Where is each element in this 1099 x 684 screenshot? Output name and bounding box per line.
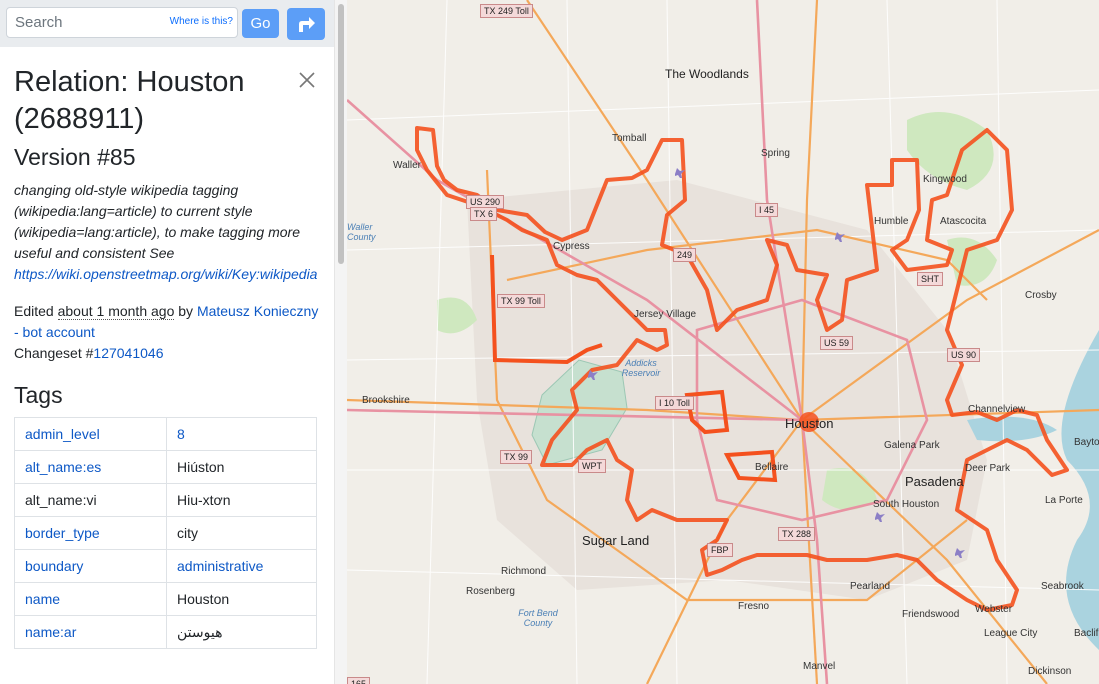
tags-heading: Tags (14, 382, 63, 408)
tag-key[interactable]: boundary (14, 549, 167, 583)
road-shield: TX 99 Toll (497, 294, 545, 308)
place-label: Deer Park (965, 463, 1011, 474)
place-label: Manvel (803, 661, 836, 672)
place-label: Tomball (612, 133, 647, 144)
search-box[interactable]: Where is this? (6, 7, 238, 38)
feature-details: Relation: Houston (2688911) Version #85 … (14, 64, 319, 649)
place-label: Galena Park (884, 440, 940, 451)
road-shield: 249 (673, 248, 697, 262)
tag-key[interactable]: border_type (14, 516, 167, 550)
place-label: Baclif (1074, 628, 1099, 639)
scroll-thumb[interactable] (338, 4, 344, 264)
county-label: Fort Bend County (518, 608, 558, 628)
place-label: Channelview (968, 404, 1026, 415)
road-shield: SHT (917, 272, 943, 286)
place-label: Cypress (553, 241, 590, 252)
place-label: Sugar Land (582, 533, 650, 548)
tag-key[interactable]: alt_name:es (14, 450, 167, 484)
place-label: League City (984, 628, 1038, 639)
version-heading: Version #85 (14, 144, 136, 170)
tag-value: هيوستن (166, 615, 317, 649)
place-label: Kingwood (923, 174, 967, 185)
tag-value[interactable]: 8 (166, 417, 317, 451)
table-row: name Houston (14, 582, 317, 616)
tag-value: Hiu-xtơn (166, 483, 317, 517)
galveston-bay (1061, 330, 1099, 650)
place-label: Brookshire (362, 395, 410, 406)
place-label: Webster (975, 604, 1013, 615)
comment-link[interactable]: https://wiki.openstreetmap.org/wiki/Key:… (14, 266, 317, 282)
tag-key[interactable]: name:ar (14, 615, 167, 649)
place-label: Humble (874, 216, 909, 227)
tag-value: Hiúston (166, 450, 317, 484)
table-row: alt_name:es Hiúston (14, 450, 317, 484)
edited-time: about 1 month ago (57, 303, 175, 320)
water-label: Addicks Reservoir (621, 358, 661, 378)
map-view[interactable]: The Woodlands Tomball Spring Waller King… (347, 0, 1099, 684)
place-label: Spring (761, 148, 790, 159)
road-shield: I 10 Toll (655, 396, 694, 410)
edited-by: by (174, 303, 197, 319)
place-label: Bellaire (755, 462, 789, 473)
road-shield: TX 288 (778, 527, 816, 541)
edit-info: Edited about 1 month ago by Mateusz Koni… (14, 301, 319, 364)
changeset-comment: changing old-style wikipedia tagging (wi… (14, 180, 319, 285)
comment-text: changing old-style wikipedia tagging (wi… (14, 182, 300, 261)
table-row: border_type city (14, 516, 317, 550)
place-label: Atascocita (940, 216, 987, 227)
tag-value: city (166, 516, 317, 550)
county-label: Waller County (347, 222, 376, 242)
road-shield: WPT (578, 459, 606, 473)
place-label: Houston (785, 416, 834, 431)
go-button[interactable]: Go (242, 9, 279, 38)
road-shield: TX 249 Toll (480, 4, 533, 18)
table-row: admin_level 8 (14, 417, 317, 451)
road-shield: 165 (347, 677, 371, 684)
road-shield: FBP (707, 543, 733, 557)
place-label: Fresno (738, 601, 770, 612)
place-label: Rosenberg (466, 586, 515, 597)
table-row: boundary administrative (14, 549, 317, 583)
table-row: name:ar هيوستن (14, 615, 317, 649)
map-base (347, 0, 1099, 684)
tag-value[interactable]: administrative (166, 549, 317, 583)
road-shield: I 45 (755, 203, 779, 217)
place-label: Pasadena (905, 474, 964, 489)
sidebar: Where is this? Go Relation: Houston (268… (0, 0, 334, 684)
place-label: La Porte (1045, 495, 1083, 506)
search-input[interactable] (15, 14, 165, 31)
search-bar: Where is this? Go (0, 0, 334, 47)
edited-prefix: Edited (14, 303, 58, 319)
road-shield: US 90 (947, 348, 981, 362)
tags-table: admin_level 8 alt_name:es Hiúston alt_name… (14, 417, 317, 649)
road-shield: US 59 (820, 336, 854, 350)
sidebar-scrollbar[interactable] (334, 0, 348, 684)
changeset-label: Changeset # (14, 345, 94, 361)
place-label: The Woodlands (665, 67, 749, 81)
place-label: Seabrook (1041, 581, 1084, 592)
directions-icon (299, 17, 315, 32)
place-label: Waller (393, 160, 421, 171)
page-title: Relation: Houston (2688911) (14, 66, 245, 135)
where-is-this-link[interactable]: Where is this? (170, 16, 233, 27)
place-label: Bayto (1074, 437, 1099, 448)
place-label: Friendswood (902, 609, 960, 620)
place-label: South Houston (873, 499, 940, 510)
tag-key: alt_name:vi (14, 483, 167, 517)
place-label: Crosby (1025, 290, 1057, 301)
place-label: Dickinson (1028, 666, 1072, 677)
place-label: Pearland (850, 581, 891, 592)
place-label: Jersey Village (634, 309, 697, 320)
tag-key[interactable]: admin_level (14, 417, 167, 451)
road-shield: TX 6 (470, 207, 498, 221)
directions-button[interactable] (287, 8, 325, 40)
table-row: alt_name:vi Hiu-xtơn (14, 483, 317, 517)
road-shield: TX 99 (500, 450, 533, 464)
tag-value: Houston (166, 582, 317, 616)
tag-key[interactable]: name (14, 582, 167, 616)
place-label: Richmond (501, 566, 547, 577)
changeset-link[interactable]: 127041046 (93, 345, 163, 361)
